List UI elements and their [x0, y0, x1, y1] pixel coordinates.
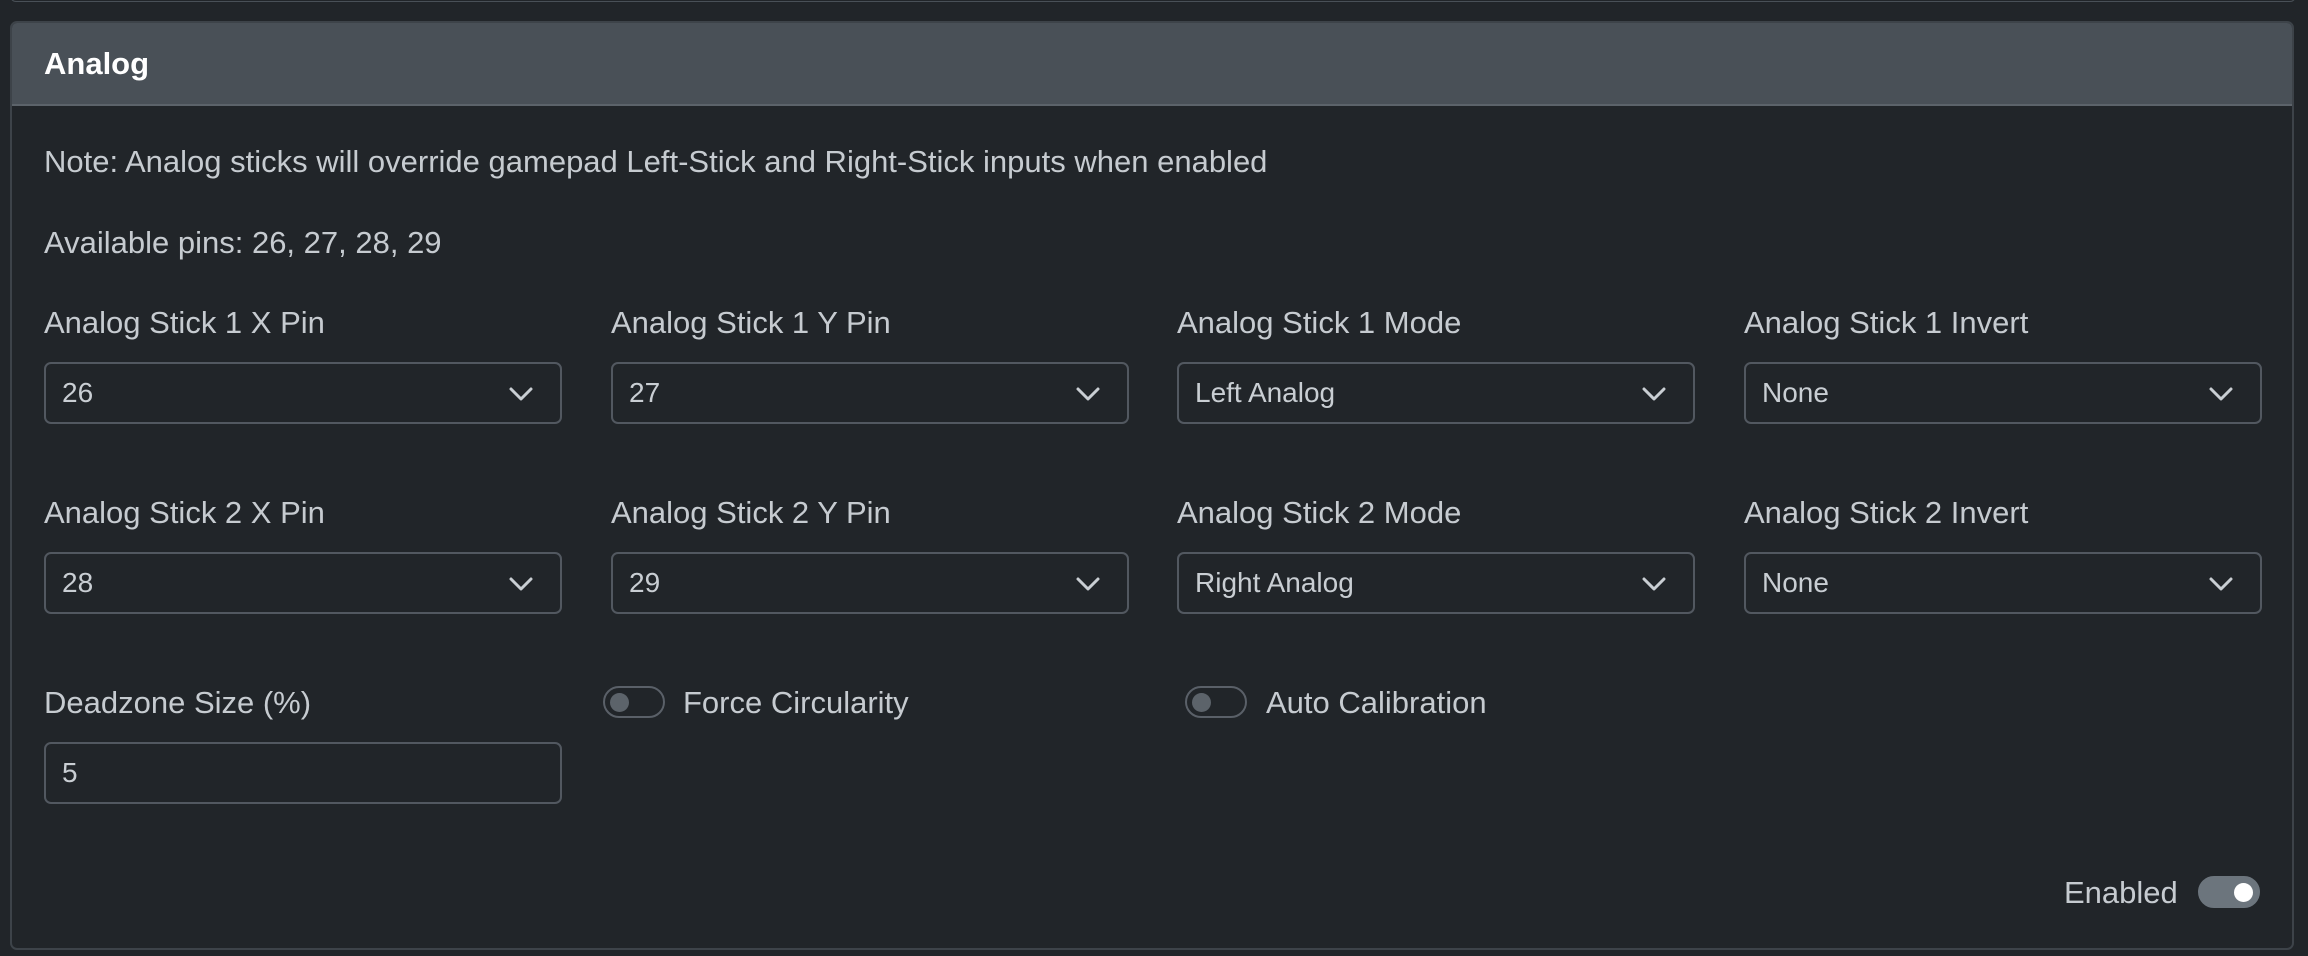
stick1-invert-select[interactable]: None	[1744, 362, 2262, 424]
chevron-down-icon	[1076, 387, 1100, 401]
auto-calibration-toggle[interactable]	[1185, 686, 1247, 718]
select-value: 27	[629, 377, 661, 408]
card-title: Analog	[44, 45, 150, 81]
card-header: Analog	[12, 23, 2292, 106]
force-circularity-toggle[interactable]	[603, 686, 665, 718]
available-pins-text: Available pins: 26, 27, 28, 29	[44, 225, 442, 260]
auto-calibration-label: Auto Calibration	[1266, 685, 1487, 720]
stick1-x-pin-label: Analog Stick 1 X Pin	[44, 305, 325, 340]
stick2-mode-label: Analog Stick 2 Mode	[1177, 495, 1462, 530]
select-value: Right Analog	[1195, 567, 1354, 598]
chevron-down-icon	[2209, 387, 2233, 401]
enabled-toggle[interactable]	[2198, 876, 2260, 908]
previous-card-edge	[10, 0, 2296, 2]
stick2-invert-select[interactable]: None	[1744, 552, 2262, 614]
stick1-y-pin-select[interactable]: 27	[611, 362, 1129, 424]
select-value: None	[1762, 567, 1829, 598]
toggle-knob	[1192, 693, 1211, 712]
stick2-x-pin-select[interactable]: 28	[44, 552, 562, 614]
chevron-down-icon	[2209, 577, 2233, 591]
stick2-mode-select[interactable]: Right Analog	[1177, 552, 1695, 614]
chevron-down-icon	[1642, 577, 1666, 591]
select-value: Left Analog	[1195, 377, 1336, 408]
chevron-down-icon	[1642, 387, 1666, 401]
deadzone-input[interactable]: 5	[44, 742, 562, 804]
stick1-x-pin-select[interactable]: 26	[44, 362, 562, 424]
stick1-y-pin-label: Analog Stick 1 Y Pin	[611, 305, 891, 340]
override-note: Note: Analog sticks will override gamepa…	[44, 144, 1268, 179]
stick1-mode-select[interactable]: Left Analog	[1177, 362, 1695, 424]
toggle-knob	[2234, 883, 2253, 902]
deadzone-label: Deadzone Size (%)	[44, 685, 312, 720]
select-value: 26	[62, 377, 94, 408]
select-value: 28	[62, 567, 94, 598]
toggle-knob	[610, 693, 629, 712]
chevron-down-icon	[1076, 577, 1100, 591]
stick2-invert-label: Analog Stick 2 Invert	[1744, 495, 2029, 530]
enabled-label: Enabled	[2064, 875, 2178, 910]
chevron-down-icon	[509, 577, 533, 591]
stick1-invert-label: Analog Stick 1 Invert	[1744, 305, 2029, 340]
stick1-mode-label: Analog Stick 1 Mode	[1177, 305, 1462, 340]
stick2-x-pin-label: Analog Stick 2 X Pin	[44, 495, 325, 530]
select-value: None	[1762, 377, 1829, 408]
stick2-y-pin-label: Analog Stick 2 Y Pin	[611, 495, 891, 530]
force-circularity-label: Force Circularity	[683, 685, 909, 720]
select-value: 29	[629, 567, 661, 598]
chevron-down-icon	[509, 387, 533, 401]
stick2-y-pin-select[interactable]: 29	[611, 552, 1129, 614]
